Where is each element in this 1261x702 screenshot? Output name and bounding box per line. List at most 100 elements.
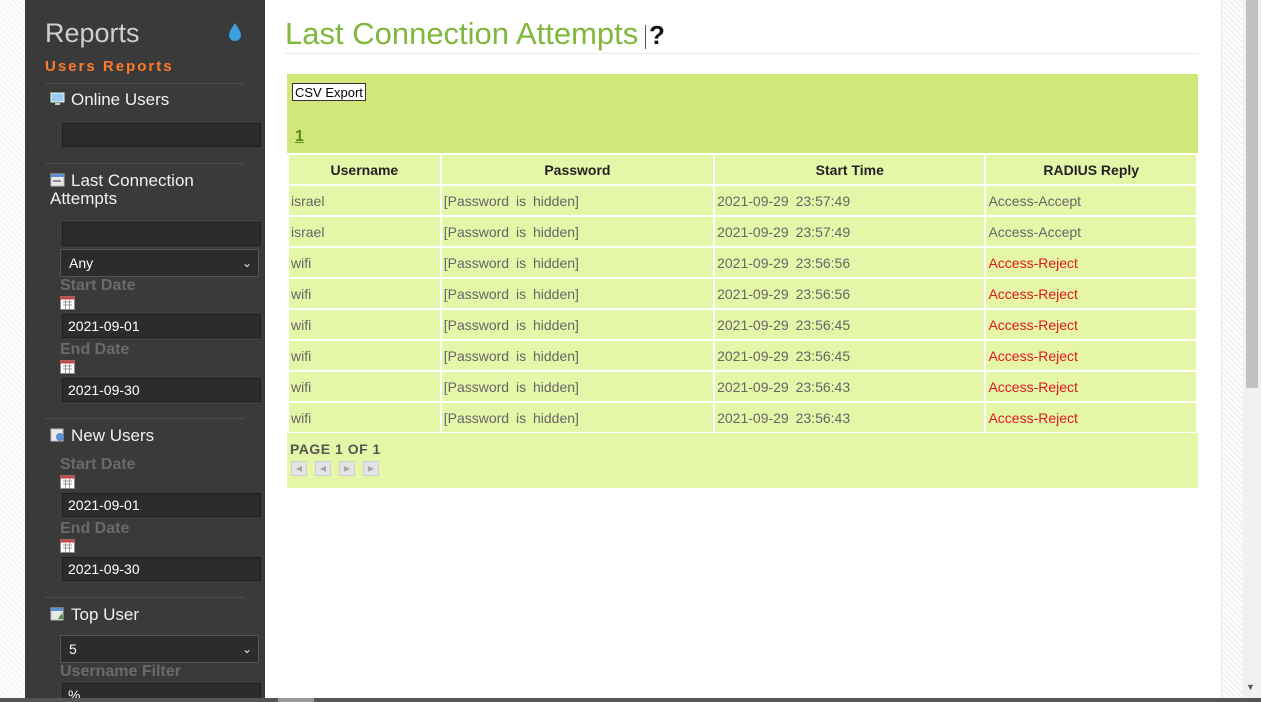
radius-reply-cell: Access-Reject (984, 401, 1198, 434)
page-link[interactable]: 1 (295, 128, 304, 146)
new-users-icon (50, 428, 64, 442)
start-date-input[interactable]: 2021-09-01 (62, 493, 261, 517)
online-users-label: Online Users (71, 90, 170, 109)
table-row[interactable]: wifi [Password is hidden] 2021-09-29 23:… (287, 308, 1198, 341)
next-page-icon[interactable]: ▶ (339, 461, 355, 476)
droplet-icon (229, 23, 241, 41)
password-cell: [Password is hidden] (439, 215, 716, 248)
help-icon[interactable]: ? (649, 20, 665, 51)
end-date-input[interactable]: 2021-09-30 (62, 557, 261, 581)
top-user-label: Top User (71, 605, 140, 624)
column-header-password[interactable]: Password (439, 153, 716, 186)
sidebar-title: Reports (45, 18, 140, 48)
divider (45, 83, 245, 84)
chevron-down-icon: ⌄ (241, 642, 252, 656)
end-date-input[interactable]: 2021-09-30 (62, 378, 261, 402)
start-time-cell: 2021-09-29 23:56:56 (713, 277, 987, 310)
start-time-cell: 2021-09-29 23:56:43 (713, 401, 987, 434)
username-cell: wifi (287, 308, 442, 341)
right-margin (1221, 0, 1244, 702)
password-cell: [Password is hidden] (439, 277, 716, 310)
pagination-footer (287, 433, 1198, 488)
top-user-count-select[interactable]: 5 ⌄ (60, 635, 259, 663)
calendar-icon[interactable] (60, 360, 75, 374)
table-row[interactable]: wifi [Password is hidden] 2021-09-29 23:… (287, 246, 1198, 279)
first-page-icon[interactable]: ◀ (291, 461, 307, 476)
username-filter-input[interactable]: % (62, 683, 261, 698)
start-time-cell: 2021-09-29 23:56:45 (713, 339, 987, 372)
username-cell: israel (287, 184, 442, 217)
table-row[interactable]: wifi [Password is hidden] 2021-09-29 23:… (287, 401, 1198, 434)
last-page-icon[interactable]: ▶ (363, 461, 379, 476)
new-users-label: New Users (71, 426, 155, 445)
username-cell: israel (287, 215, 442, 248)
window-icon (50, 173, 65, 187)
username-search-input[interactable] (62, 222, 261, 246)
calendar-icon[interactable] (60, 475, 75, 489)
reply-type-value: Any (69, 255, 94, 271)
start-time-cell: 2021-09-29 23:57:49 (713, 184, 987, 217)
end-date-label: End Date (60, 341, 130, 358)
divider (45, 597, 245, 598)
sidebar-subtitle: Users Reports (45, 58, 174, 75)
csv-export-button[interactable]: CSV Export (292, 83, 366, 101)
attempts-table: Username Password Start Time RADIUS Repl… (287, 153, 1198, 434)
password-cell: [Password is hidden] (439, 339, 716, 372)
reply-type-select[interactable]: Any ⌄ (60, 249, 259, 277)
top-user-heading[interactable]: Top User (50, 606, 139, 624)
start-time-cell: 2021-09-29 23:56:56 (713, 246, 987, 279)
top-user-count-value: 5 (69, 641, 77, 657)
page-title: Last Connection Attempts (285, 16, 639, 51)
scroll-down-icon[interactable]: ▼ (1246, 682, 1255, 692)
password-cell: [Password is hidden] (439, 370, 716, 403)
password-cell: [Password is hidden] (439, 184, 716, 217)
end-date-label: End Date (60, 520, 130, 537)
calendar-icon[interactable] (60, 296, 75, 310)
password-cell: [Password is hidden] (439, 308, 716, 341)
table-row[interactable]: wifi [Password is hidden] 2021-09-29 23:… (287, 370, 1198, 403)
chevron-down-icon: ⌄ (241, 256, 252, 270)
online-users-heading[interactable]: Online Users (50, 91, 169, 109)
username-cell: wifi (287, 401, 442, 434)
table-row[interactable]: wifi [Password is hidden] 2021-09-29 23:… (287, 339, 1198, 372)
monitor-icon (50, 92, 65, 105)
start-date-label: Start Date (60, 277, 136, 294)
start-time-cell: 2021-09-29 23:56:45 (713, 308, 987, 341)
radius-reply-cell: Access-Reject (984, 277, 1198, 310)
table-row[interactable]: israel [Password is hidden] 2021-09-29 2… (287, 184, 1198, 217)
horizontal-scrollbar[interactable] (0, 698, 1261, 702)
online-users-input[interactable] (62, 123, 261, 147)
table-header-row: Username Password Start Time RADIUS Repl… (287, 153, 1198, 186)
sidebar: Reports Users Reports Online Users Last … (25, 0, 265, 698)
divider (45, 163, 245, 164)
prev-page-icon[interactable]: ◀ (315, 461, 331, 476)
start-date-input[interactable]: 2021-09-01 (62, 314, 261, 338)
radius-reply-cell: Access-Reject (984, 308, 1198, 341)
top-user-icon (50, 607, 64, 621)
table-row[interactable]: wifi [Password is hidden] 2021-09-29 23:… (287, 277, 1198, 310)
radius-reply-cell: Access-Reject (984, 339, 1198, 372)
divider (645, 25, 646, 49)
horizontal-scrollbar-thumb[interactable] (278, 698, 314, 702)
calendar-icon[interactable] (60, 539, 75, 553)
radius-reply-cell: Access-Reject (984, 246, 1198, 279)
column-header-radius-reply[interactable]: RADIUS Reply (984, 153, 1198, 186)
scrollbar-thumb[interactable] (1246, 0, 1258, 388)
new-users-heading[interactable]: New Users (50, 427, 154, 445)
username-cell: wifi (287, 246, 442, 279)
start-time-cell: 2021-09-29 23:57:49 (713, 215, 987, 248)
table-row[interactable]: israel [Password is hidden] 2021-09-29 2… (287, 215, 1198, 248)
radius-reply-cell: Access-Accept (984, 184, 1198, 217)
column-header-start-time[interactable]: Start Time (713, 153, 987, 186)
radius-reply-cell: Access-Accept (984, 215, 1198, 248)
username-cell: wifi (287, 370, 442, 403)
username-cell: wifi (287, 339, 442, 372)
left-margin (0, 0, 25, 702)
divider (285, 53, 1199, 54)
username-cell: wifi (287, 277, 442, 310)
column-header-username[interactable]: Username (287, 153, 442, 186)
username-filter-label: Username Filter (60, 663, 181, 680)
last-attempts-heading[interactable]: Last Connection Attempts (50, 172, 240, 208)
radius-reply-cell: Access-Reject (984, 370, 1198, 403)
divider (45, 418, 245, 419)
